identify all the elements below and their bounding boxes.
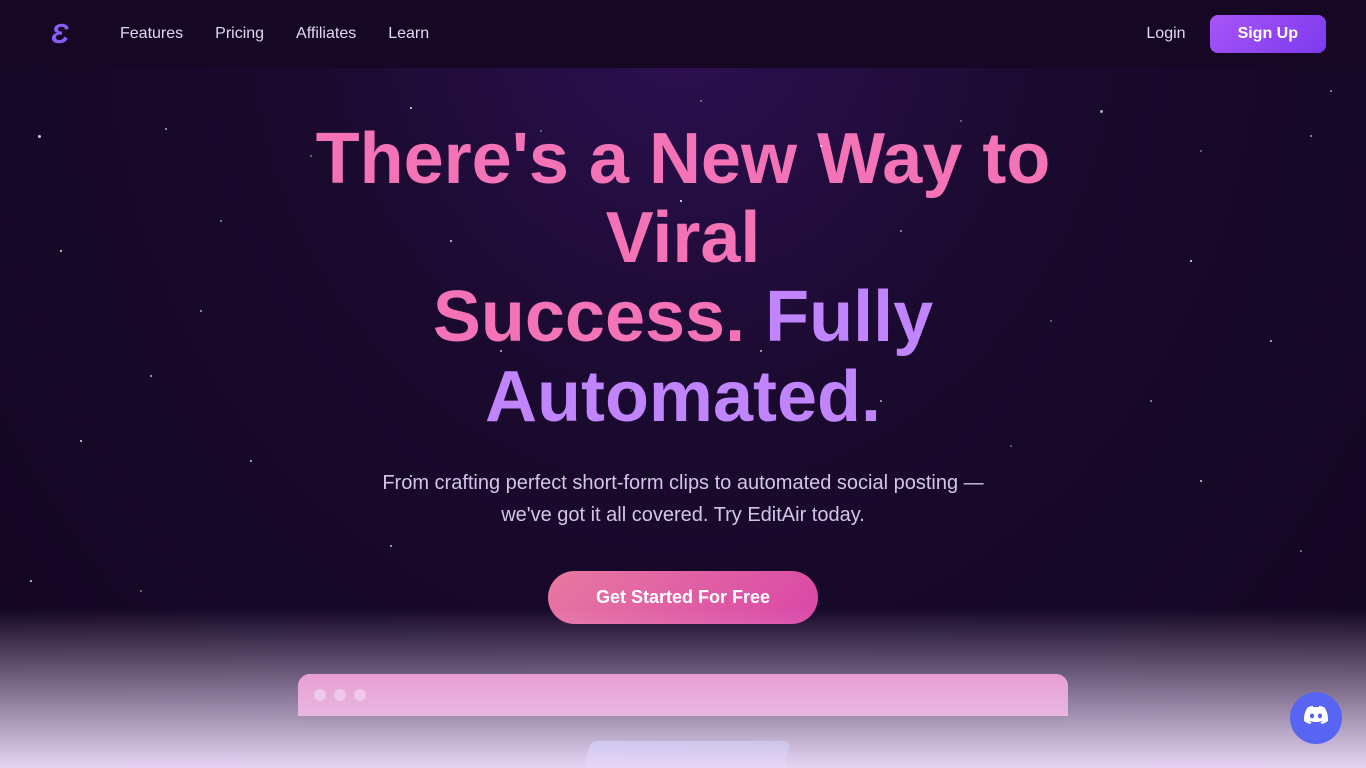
hero-section: There's a New Way to Viral Success. Full… bbox=[0, 0, 1366, 768]
login-button[interactable]: Login bbox=[1146, 25, 1185, 43]
discord-icon bbox=[1304, 703, 1328, 733]
logo[interactable]: Ɛ bbox=[40, 14, 80, 54]
nav-right: Login Sign Up bbox=[1146, 15, 1326, 53]
signup-button[interactable]: Sign Up bbox=[1210, 15, 1326, 53]
discord-button[interactable] bbox=[1290, 692, 1342, 744]
hero-title-line2-part1: Success. bbox=[433, 277, 745, 357]
nav-pricing[interactable]: Pricing bbox=[215, 25, 264, 43]
nav-features[interactable]: Features bbox=[120, 25, 183, 43]
hero-title: There's a New Way to Viral Success. Full… bbox=[233, 120, 1133, 437]
logo-icon: Ɛ bbox=[51, 18, 69, 50]
navbar: Ɛ Features Pricing Affiliates Learn Logi… bbox=[0, 0, 1366, 68]
nav-links: Features Pricing Affiliates Learn bbox=[120, 25, 429, 43]
hero-subtitle: From crafting perfect short-form clips t… bbox=[363, 467, 1003, 531]
bottom-fade bbox=[0, 608, 1366, 768]
nav-learn[interactable]: Learn bbox=[388, 25, 429, 43]
nav-left: Ɛ Features Pricing Affiliates Learn bbox=[40, 14, 429, 54]
nav-affiliates[interactable]: Affiliates bbox=[296, 25, 356, 43]
hero-title-line1: There's a New Way to Viral bbox=[316, 119, 1051, 278]
